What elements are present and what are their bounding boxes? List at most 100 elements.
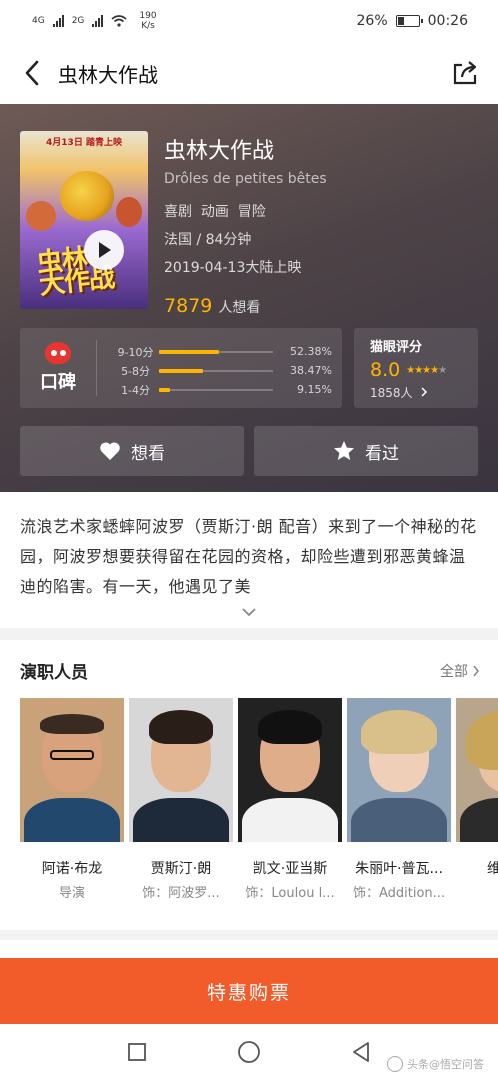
cast-photo [456,698,498,842]
cast-member[interactable]: 凯文·亚当斯 饰：Loulou l... [238,698,342,898]
rating-row: 5-8分 38.47% [112,361,332,380]
seen-label: 看过 [365,443,399,464]
cast-member[interactable]: 维尔日 饰 [456,698,498,898]
wifi-icon [111,15,127,27]
back-nav-button[interactable] [347,1038,375,1066]
network-speed: 190 K/s [139,11,156,31]
movie-release-date: 2019-04-13大陆上映 [164,260,302,276]
back-button[interactable] [18,55,46,91]
rating-range: 9-10分 [117,345,154,359]
triangle-back-icon [353,1042,369,1062]
cast-all-label: 全部 [440,663,468,680]
movie-title: 虫林大作战 [164,139,275,164]
cast-role: 饰：Loulou l... [245,886,335,898]
poster-character-2 [26,201,56,231]
network-type-2: 2G [71,16,85,26]
rating-bar-fill [159,349,219,354]
circle-icon [238,1041,260,1063]
cast-role: 饰 [456,882,498,898]
cast-header: 演职人员 全部 [20,658,480,683]
cast-member[interactable]: 贾斯汀·朗 饰：阿波罗... [129,698,233,898]
page-title: 虫林大作战 [58,62,158,87]
signal-icon [52,15,64,27]
rating-row: 9-10分 52.38% [112,342,332,361]
maoyan-rating-panel[interactable]: 猫眼评分 8.0 ★★★★★ 1858人 [354,328,478,408]
want-count: 7879 [164,295,213,317]
maoyan-rating-title: 猫眼评分 [370,340,423,355]
buy-ticket-label: 特惠购票 [206,981,291,1004]
want-count-label: 人想看 [218,300,261,316]
chevron-left-icon [25,60,39,86]
movie-header: 4月13日 踏青上映 虫林 大作战 虫林大作战 Drôles de petites… [0,104,498,492]
square-icon [128,1043,146,1061]
share-button[interactable] [450,55,480,91]
cast-role: 饰：Addition... [352,886,446,898]
poster-release-text: 4月13日 踏青上映 [46,138,122,148]
system-nav-bar: 头条@悟空问答 [0,1024,498,1080]
network-type-1: 4G [32,16,45,26]
movie-genres: 喜剧 动画 冒险 [164,204,266,220]
expand-synopsis-button[interactable] [239,604,259,620]
koubei-logo: 口碑 [20,328,96,408]
cast-photo [347,698,451,842]
signal-icon-2 [92,15,104,27]
movie-country-duration: 法国 / 84分钟 [164,232,252,248]
cast-name: 贾斯汀·朗 [150,861,212,877]
want-to-see-label: 想看 [131,443,165,464]
poster-character [60,171,114,221]
owl-icon [45,342,71,364]
cast-list[interactable]: 阿诺·布龙 导演 贾斯汀·朗 饰：阿波罗... 凯文·亚当斯 饰：Loulou … [20,698,498,898]
share-icon [453,61,477,85]
koubei-panel[interactable]: 口碑 9-10分 52.38% 5-8分 38.47% 1-4分 9.15% [20,328,342,408]
cast-name: 阿诺·布龙 [41,861,103,877]
cast-all-link[interactable]: 全部 [440,661,480,681]
cast-member[interactable]: 阿诺·布龙 导演 [20,698,124,898]
watermark: 头条@悟空问答 [387,1056,484,1072]
synopsis-section[interactable]: 流浪艺术家蟋蟀阿波罗（贾斯汀·朗 配音）来到了一个神秘的花园，阿波罗想要获得留在… [0,492,498,628]
recent-apps-button[interactable] [123,1038,151,1066]
koubei-divider [96,340,97,396]
koubei-label: 口碑 [40,372,76,393]
speed-value: 190 [139,11,157,21]
watermark-text: 头条@悟空问答 [407,1058,484,1071]
chevron-right-icon [421,387,428,397]
battery-icon [395,15,423,27]
cast-photo [20,698,124,842]
rating-bar [159,349,273,354]
home-button[interactable] [235,1038,263,1066]
buy-bar-spacer [0,940,498,958]
title-bar: 虫林大作战 [0,42,498,104]
battery-percent: 26% [356,13,388,29]
rating-percent: 52.38% [290,345,332,358]
movie-poster[interactable]: 4月13日 踏青上映 虫林 大作战 [20,131,148,309]
watermark-logo [387,1056,403,1072]
rating-bar [159,368,273,373]
cast-section: 演职人员 全部 阿诺·布龙 导演 贾斯汀·朗 饰：阿波罗... 凯文·亚当斯 饰… [0,640,498,930]
cast-role: 饰：阿波罗... [142,886,220,898]
status-right: 26% 00:26 [357,13,468,29]
maoyan-score: 8.0 [370,359,401,381]
rating-row: 1-4分 9.15% [112,380,332,399]
cast-member[interactable]: 朱丽叶·普瓦... 饰：Addition... [347,698,451,898]
rating-percent: 38.47% [290,364,332,377]
movie-info: 虫林大作战 Drôles de petites bêtes 喜剧 动画 冒险 法… [164,131,484,317]
want-to-see-button[interactable]: 想看 [20,426,244,476]
section-divider [0,628,498,640]
rating-bar [159,387,273,392]
rating-range: 5-8分 [121,364,151,378]
star-rating-icon: ★★★★★ [406,364,447,376]
section-divider [0,930,498,940]
speed-unit: K/s [141,21,155,31]
seen-button[interactable]: 看过 [254,426,478,476]
status-left: 4G 2G 190 K/s [32,11,157,31]
buy-ticket-button[interactable]: 特惠购票 [0,958,498,1024]
rating-count-link[interactable]: 1858人 [370,384,478,401]
play-trailer-button[interactable] [84,230,124,270]
star-icon [334,441,354,460]
cast-name: 维尔日 [456,858,498,878]
rating-range: 1-4分 [121,383,151,397]
cast-name: 凯文·亚当斯 [252,861,328,877]
chevron-down-icon [242,608,256,617]
cast-title: 演职人员 [20,663,88,683]
rating-distribution: 9-10分 52.38% 5-8分 38.47% 1-4分 9.15% [112,342,332,399]
